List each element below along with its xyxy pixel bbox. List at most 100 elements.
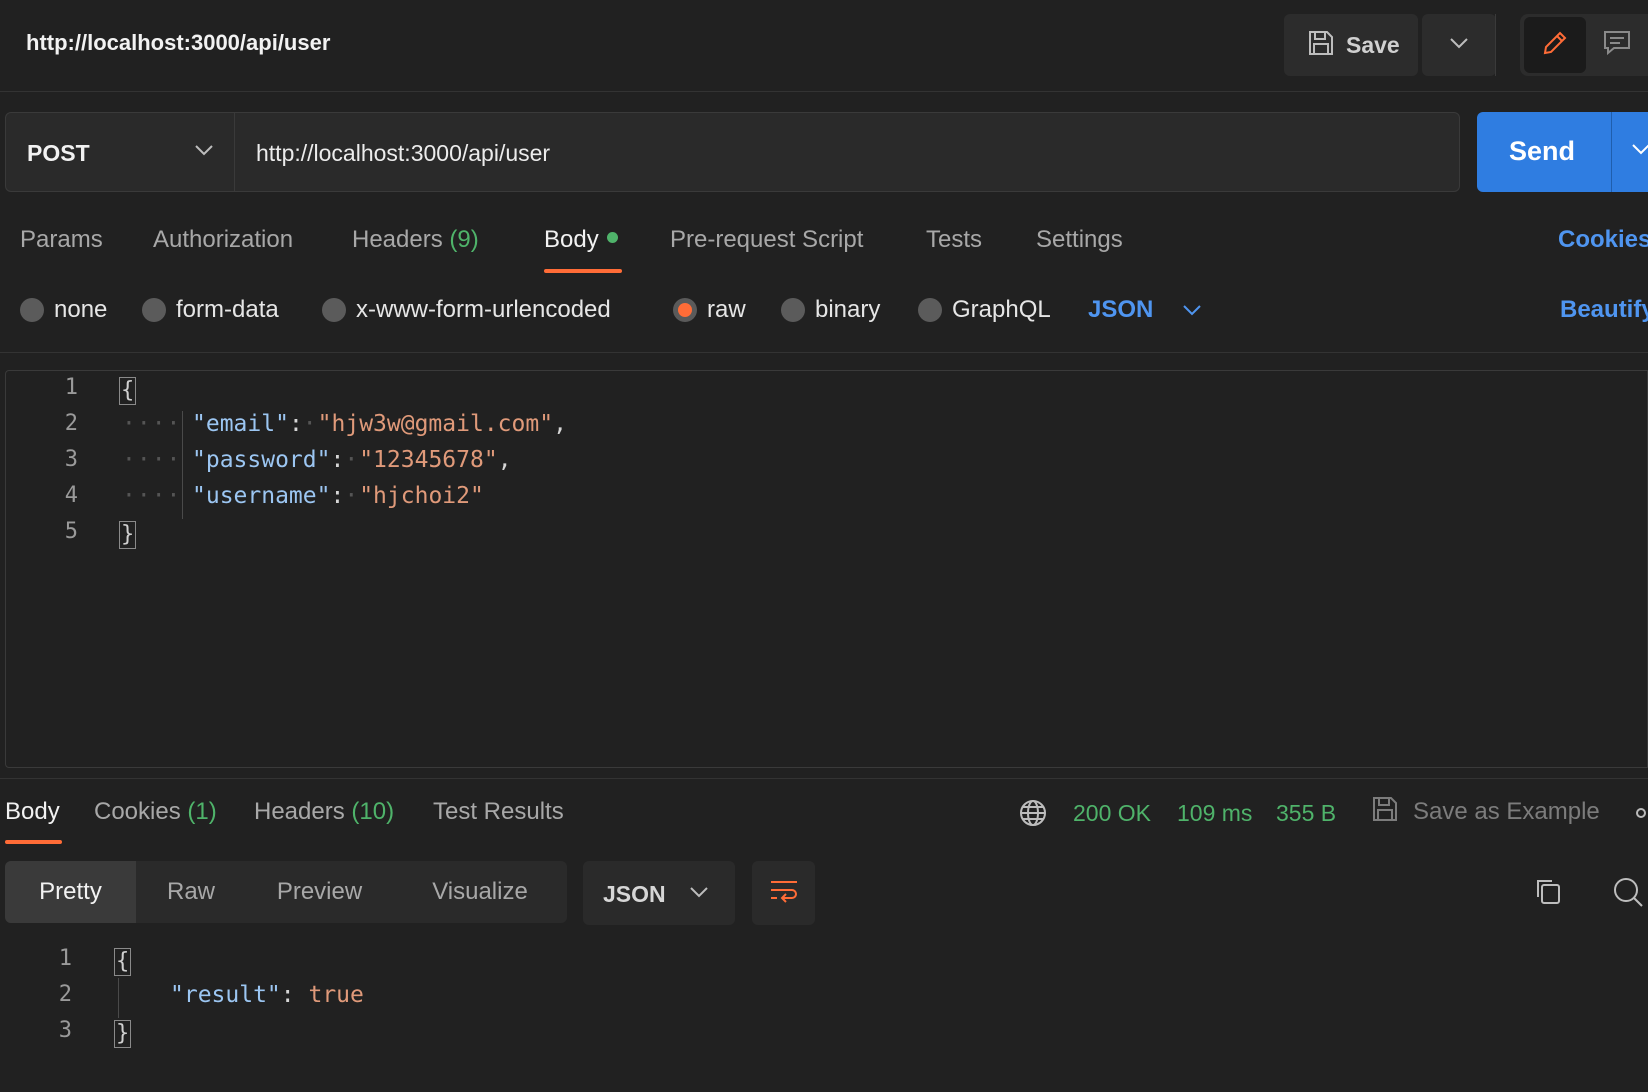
tab-tests[interactable]: Tests [926, 226, 982, 254]
chevron-down-icon[interactable] [1631, 142, 1648, 160]
response-format-select[interactable]: JSON [583, 861, 735, 925]
radio-urlencoded[interactable]: x-www-form-urlencoded [322, 296, 611, 324]
response-tab-headers[interactable]: Headers (10) [254, 798, 394, 826]
editor-line: 3 ···· "password":·"12345678", [6, 447, 1647, 483]
radio-form-data[interactable]: form-data [142, 296, 279, 324]
pencil-icon [1540, 28, 1570, 63]
editor-line: 5 } [6, 519, 1647, 555]
response-tab-cookies-label: Cookies [94, 798, 181, 825]
editor-line: 2 ···· "email":·"hjw3w@gmail.com", [6, 411, 1647, 447]
save-as-example-button[interactable]: Save as Example [1413, 798, 1600, 826]
edit-mode-button[interactable] [1524, 17, 1586, 73]
title-bar: http://localhost:3000/api/user Save [0, 0, 1648, 92]
line-number: 5 [64, 519, 78, 544]
beautify-link[interactable]: Beautify [1560, 296, 1648, 324]
json-key: "password" [192, 447, 331, 473]
comment-mode-button[interactable] [1602, 28, 1632, 63]
json-string: "12345678" [359, 447, 498, 473]
radio-binary[interactable]: binary [781, 296, 880, 324]
tab-params[interactable]: Params [20, 226, 103, 254]
url-input[interactable]: http://localhost:3000/api/user [235, 112, 1460, 192]
copy-icon[interactable] [1533, 876, 1563, 911]
json-key: "email" [192, 411, 289, 437]
tab-settings[interactable]: Settings [1036, 226, 1123, 254]
more-options-icon[interactable] [1636, 808, 1646, 818]
indent-guide [118, 978, 119, 1018]
response-format-label: JSON [603, 881, 666, 907]
request-body-editor[interactable]: 1 { 2 ···· "email":·"hjw3w@gmail.com", 3… [5, 370, 1648, 768]
active-tab-indicator [544, 269, 622, 273]
send-label: Send [1509, 136, 1576, 166]
globe-icon[interactable] [1018, 798, 1048, 833]
radio-urlencoded-label: x-www-form-urlencoded [356, 296, 611, 323]
response-size[interactable]: 355 B [1276, 800, 1336, 827]
active-response-tab-indicator [5, 840, 62, 844]
chevron-down-icon [1449, 36, 1469, 54]
tab-headers[interactable]: Headers (9) [352, 226, 479, 254]
save-button[interactable]: Save [1284, 14, 1418, 76]
line-number: 3 [58, 1018, 72, 1043]
indent-guide [182, 411, 183, 519]
tab-body[interactable]: Body [544, 226, 618, 254]
view-preview-button[interactable]: Preview [246, 861, 393, 923]
json-key: "result" [170, 982, 281, 1008]
response-tab-test-results[interactable]: Test Results [433, 798, 564, 826]
response-line: 3 } [0, 1018, 1648, 1054]
radio-form-data-label: form-data [176, 296, 279, 323]
chevron-down-icon [689, 885, 709, 903]
tab-headers-count: (9) [449, 226, 479, 253]
save-icon [1370, 794, 1400, 829]
json-string: "hjchoi2" [359, 483, 484, 509]
comment-icon [1602, 31, 1632, 62]
line-number: 3 [64, 447, 78, 472]
response-time[interactable]: 109 ms [1177, 800, 1252, 827]
tab-authorization[interactable]: Authorization [153, 226, 293, 254]
json-boolean: true [308, 982, 364, 1008]
chevron-down-icon [194, 143, 214, 161]
divider [0, 352, 1648, 353]
panel-divider[interactable] [0, 778, 1648, 779]
line-number: 1 [58, 946, 72, 971]
status-code[interactable]: 200 OK [1073, 800, 1151, 827]
json-key: "username" [192, 483, 331, 509]
response-tab-body[interactable]: Body [5, 798, 60, 826]
response-line: 1 { [0, 946, 1648, 982]
save-label: Save [1346, 31, 1400, 58]
radio-raw[interactable]: raw [673, 296, 746, 324]
body-language-select[interactable]: JSON [1088, 296, 1153, 324]
json-comma: , [497, 447, 512, 473]
search-icon[interactable] [1612, 876, 1644, 913]
line-number: 2 [58, 982, 72, 1007]
radio-circle [322, 298, 346, 322]
radio-none[interactable]: none [20, 296, 107, 324]
radio-circle [20, 298, 44, 322]
response-body-viewer[interactable]: 1 { 2 "result": true 3 } [0, 942, 1648, 1092]
radio-circle [142, 298, 166, 322]
tab-pre-request-script[interactable]: Pre-request Script [670, 226, 863, 254]
save-options-button[interactable] [1422, 14, 1496, 76]
wrap-lines-button[interactable] [752, 861, 815, 925]
response-line: 2 "result": true [0, 982, 1648, 1018]
toolbar-divider [1495, 14, 1496, 76]
tab-headers-label: Headers [352, 226, 443, 253]
close-brace: } [114, 1020, 132, 1048]
app-window: http://localhost:3000/api/user Save POST… [0, 0, 1648, 1092]
close-brace: } [119, 521, 137, 549]
send-button[interactable]: Send [1477, 112, 1648, 192]
radio-circle [781, 298, 805, 322]
line-number: 1 [64, 375, 78, 400]
cookies-link[interactable]: Cookies [1558, 226, 1648, 254]
editor-line: 1 { [6, 375, 1647, 411]
method-select[interactable]: POST [5, 112, 235, 192]
view-raw-button[interactable]: Raw [136, 861, 246, 923]
wrap-lines-icon [768, 877, 800, 910]
response-tab-cookies[interactable]: Cookies (1) [94, 798, 217, 826]
radio-graphql[interactable]: GraphQL [918, 296, 1051, 324]
response-tab-headers-count: (10) [351, 798, 395, 825]
request-title[interactable]: http://localhost:3000/api/user [26, 30, 330, 56]
view-visualize-button[interactable]: Visualize [393, 861, 567, 923]
view-pretty-button[interactable]: Pretty [5, 861, 136, 923]
line-number: 2 [64, 411, 78, 436]
chevron-down-icon[interactable] [1182, 303, 1202, 321]
editor-line: 4 ···· "username":·"hjchoi2" [6, 483, 1647, 519]
